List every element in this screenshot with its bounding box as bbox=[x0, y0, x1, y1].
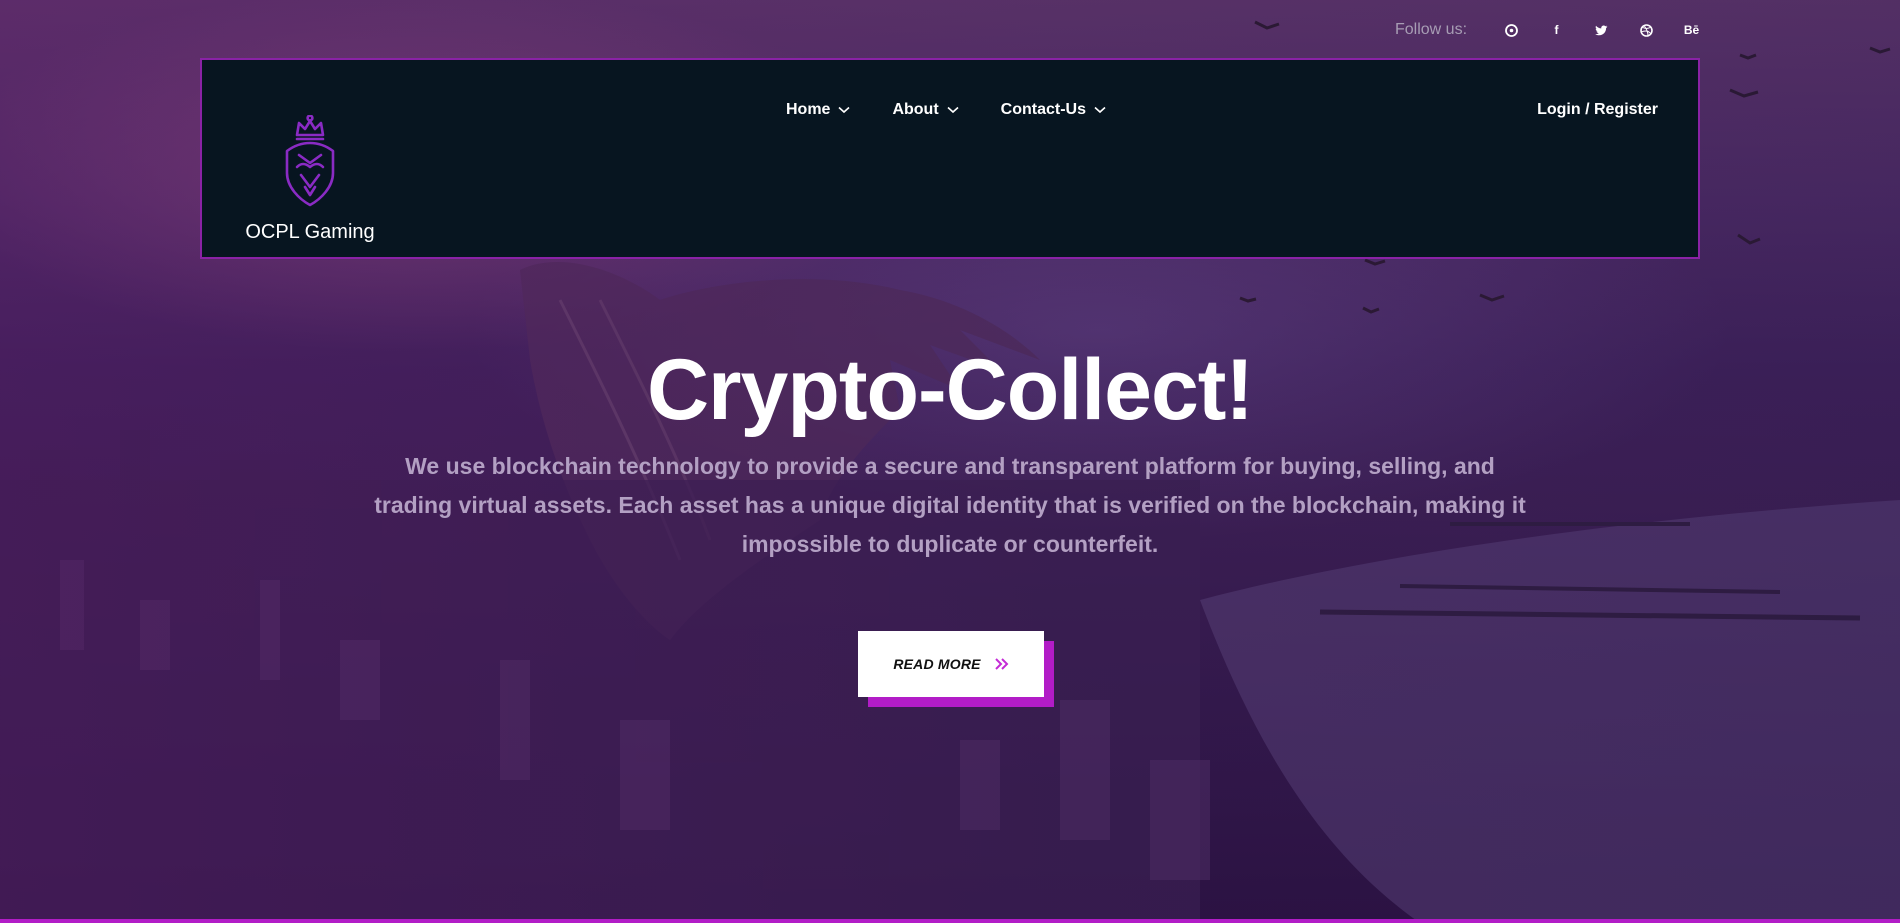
read-more-button[interactable]: READ MORE bbox=[858, 631, 1044, 697]
navbar: OCPL Gaming Home About Contact-Us Login … bbox=[202, 60, 1698, 257]
brand[interactable]: OCPL Gaming bbox=[240, 115, 380, 244]
social-bar: Follow us: f Bē bbox=[1395, 18, 1714, 42]
facebook-icon[interactable]: f bbox=[1534, 18, 1579, 42]
bottom-accent-line bbox=[0, 919, 1900, 923]
dribbble-icon[interactable] bbox=[1624, 18, 1669, 42]
hero-description: We use blockchain technology to provide … bbox=[374, 453, 1526, 557]
chevron-down-icon bbox=[947, 106, 959, 114]
nav-item-label: Home bbox=[786, 101, 831, 118]
nav-item-label: About bbox=[892, 101, 939, 118]
nav-item-home[interactable]: Home bbox=[786, 101, 850, 119]
read-more-label: READ MORE bbox=[893, 656, 981, 672]
nav-item-label: Contact-Us bbox=[1000, 101, 1086, 118]
read-more-cta: READ MORE bbox=[858, 631, 1054, 707]
brand-name: OCPL Gaming bbox=[245, 221, 375, 243]
hero-title: Crypto-Collect! bbox=[646, 342, 1254, 438]
twitter-icon[interactable] bbox=[1579, 18, 1624, 42]
double-chevron-right-icon bbox=[994, 658, 1009, 670]
behance-icon[interactable]: Bē bbox=[1669, 18, 1714, 42]
login-register-link[interactable]: Login / Register bbox=[1537, 101, 1658, 119]
pinterest-icon[interactable] bbox=[1489, 18, 1534, 42]
nav-item-contact-us[interactable]: Contact-Us bbox=[1001, 101, 1106, 119]
main-nav-menu: Home About Contact-Us bbox=[786, 101, 1148, 119]
nav-item-about[interactable]: About bbox=[892, 101, 959, 119]
follow-label: Follow us: bbox=[1395, 21, 1468, 38]
chevron-down-icon bbox=[1094, 106, 1106, 114]
lion-crest-logo-icon bbox=[285, 115, 335, 207]
chevron-down-icon bbox=[838, 106, 850, 114]
